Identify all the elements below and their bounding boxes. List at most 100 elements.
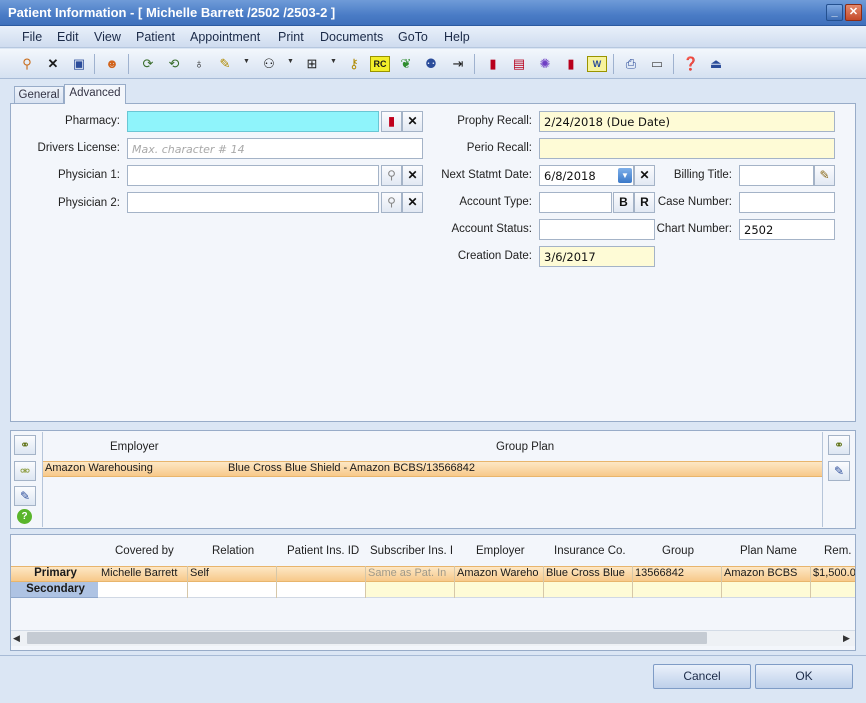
key-icon[interactable]: ⚷ [344, 54, 364, 74]
group-plan-cell: Blue Cross Blue Shield - Amazon BCBS/135… [228, 462, 476, 474]
account-status-label: Account Status: [451, 223, 532, 235]
secondary-row-header: Secondary [26, 583, 85, 595]
secondary-insurance-row[interactable] [98, 582, 365, 598]
title-bar: Patient Information - [ Michelle Barrett… [0, 0, 866, 26]
prophy-recall-label: Prophy Recall: [457, 115, 532, 127]
rem-benefit-column-header[interactable]: Rem. B [824, 545, 854, 557]
tree-icon[interactable]: ⚇ [259, 54, 279, 74]
rc-icon[interactable]: RC [370, 56, 390, 72]
tab-advanced[interactable]: Advanced [64, 84, 126, 104]
window-title: Patient Information - [ Michelle Barrett… [8, 5, 336, 20]
menu-documents[interactable]: Documents [320, 30, 383, 44]
billing-title-field[interactable] [739, 165, 814, 186]
scanner-icon[interactable]: ⎙ [621, 54, 641, 74]
exit-icon[interactable]: ⏏ [706, 54, 726, 74]
account-status-field[interactable] [539, 219, 655, 240]
drivers-license-field[interactable] [127, 138, 423, 159]
employer-cell: Amazon Warehousing [45, 462, 153, 474]
physician1-search-icon[interactable]: ⚲ [381, 165, 402, 186]
menu-patient[interactable]: Patient [136, 30, 175, 44]
employer-column-header[interactable]: Employer [476, 545, 525, 557]
sync-all-icon[interactable]: ⟲ [164, 54, 184, 74]
link-plan-icon[interactable]: ⚭ [828, 435, 850, 455]
scroll-right-icon[interactable]: ▶ [843, 632, 853, 644]
chart-number-field[interactable] [739, 219, 835, 240]
employer-column-header[interactable]: Employer [110, 441, 159, 453]
group-plan-column-header[interactable]: Group Plan [496, 441, 554, 453]
group-column-header[interactable]: Group [662, 545, 694, 557]
scroll-left-icon[interactable]: ◀ [13, 632, 23, 644]
docs-red-icon[interactable]: ▤ [509, 54, 529, 74]
covered-by-column-header[interactable]: Covered by [115, 545, 174, 557]
tab-general[interactable]: General [14, 86, 64, 104]
find-patient-icon[interactable]: ⚲ [17, 54, 37, 74]
insurance-co-column-header[interactable]: Insurance Co. [554, 545, 626, 557]
scrollbar-thumb[interactable] [27, 632, 707, 644]
molar-icon[interactable]: ❦ [396, 54, 416, 74]
patient-ins-id-column-header[interactable]: Patient Ins. ID [287, 545, 359, 557]
billing-title-label: Billing Title: [673, 169, 732, 181]
delete-icon[interactable]: ✕ [43, 54, 63, 74]
primary-insurance-co-cell: Blue Cross Blue [546, 567, 625, 579]
menu-appointment[interactable]: Appointment [190, 30, 260, 44]
wheel-icon[interactable]: ✺ [535, 54, 555, 74]
word-icon[interactable]: W [587, 56, 607, 72]
chart-number-label: Chart Number: [656, 223, 732, 235]
family-icon[interactable]: ⚉ [421, 54, 441, 74]
help-icon[interactable]: ❓ [681, 54, 701, 74]
menu-goto[interactable]: GoTo [398, 30, 428, 44]
next-statement-label: Next Statmt Date: [441, 169, 532, 181]
pharmacy-field[interactable] [127, 111, 379, 132]
case-number-label: Case Number: [657, 196, 732, 208]
creation-date-field [539, 246, 655, 267]
sync-icon[interactable]: ⟳ [138, 54, 158, 74]
physician1-field[interactable] [127, 165, 379, 186]
billing-title-edit-icon[interactable]: ✎ [814, 165, 835, 186]
account-type-field[interactable] [539, 192, 612, 213]
perio-recall-field[interactable] [539, 138, 835, 159]
menu-view[interactable]: View [94, 30, 121, 44]
menu-help[interactable]: Help [444, 30, 470, 44]
edit-employer-icon[interactable]: ✎ [14, 486, 36, 506]
minimize-button[interactable]: _ [826, 4, 843, 21]
close-button[interactable]: ✕ [845, 4, 862, 21]
save-icon[interactable]: ▣ [69, 54, 89, 74]
primary-covered-by-cell: Michelle Barrett [101, 567, 178, 579]
subscriber-ins-id-column-header[interactable]: Subscriber Ins. I [370, 545, 453, 557]
menu-bar: File Edit View Patient Appointment Print… [0, 26, 866, 48]
case-number-field[interactable] [739, 192, 835, 213]
export-icon[interactable]: ⇥ [448, 54, 468, 74]
prophy-recall-field[interactable] [539, 111, 835, 132]
edit-plan-icon[interactable]: ✎ [828, 461, 850, 481]
primary-row-header: Primary [34, 567, 77, 579]
pharmacy-lookup-button[interactable]: ▮ [381, 111, 402, 132]
cancel-button[interactable]: Cancel [653, 664, 751, 689]
menu-edit[interactable]: Edit [57, 30, 79, 44]
menu-print[interactable]: Print [278, 30, 304, 44]
toolbar: ⚲ ✕ ▣ ☻ ⟳ ⟲ ♁ ✎ ▼ ⚇ ▼ ⊞ ▼ ⚷ RC ❦ ⚉ ⇥ ▮ ▤… [0, 49, 866, 79]
note-icon[interactable]: ✎ [215, 54, 235, 74]
primary-group-cell: 13566842 [635, 567, 684, 579]
primary-subscriber-ins-id-cell: Same as Pat. In [368, 567, 447, 579]
unlink-employer-icon[interactable]: ⚮ [14, 461, 36, 481]
tooth-icon[interactable]: ♁ [189, 54, 209, 74]
card-icon[interactable]: ▭ [647, 54, 667, 74]
menu-file[interactable]: File [22, 30, 42, 44]
physician2-search-icon[interactable]: ⚲ [381, 192, 402, 213]
person-icon[interactable]: ☻ [102, 54, 122, 74]
help-icon[interactable]: ? [17, 509, 32, 524]
primary-rem-benefit-cell: $1,500.0 [813, 567, 855, 579]
physician2-field[interactable] [127, 192, 379, 213]
primary-relation-cell: Self [190, 567, 209, 579]
relation-column-header[interactable]: Relation [212, 545, 254, 557]
ok-button[interactable]: OK [755, 664, 853, 689]
pdf-icon[interactable]: ▮ [561, 54, 581, 74]
grid-icon[interactable]: ⊞ [302, 54, 322, 74]
drivers-license-label: Drivers License: [37, 142, 120, 154]
primary-patient-ins-id-cell [277, 566, 364, 581]
plan-name-column-header[interactable]: Plan Name [740, 545, 797, 557]
account-type-b-button[interactable]: B [613, 192, 634, 213]
link-employer-icon[interactable]: ⚭ [14, 435, 36, 455]
chevron-down-icon[interactable]: ▼ [618, 168, 632, 183]
book-red-icon[interactable]: ▮ [483, 54, 503, 74]
